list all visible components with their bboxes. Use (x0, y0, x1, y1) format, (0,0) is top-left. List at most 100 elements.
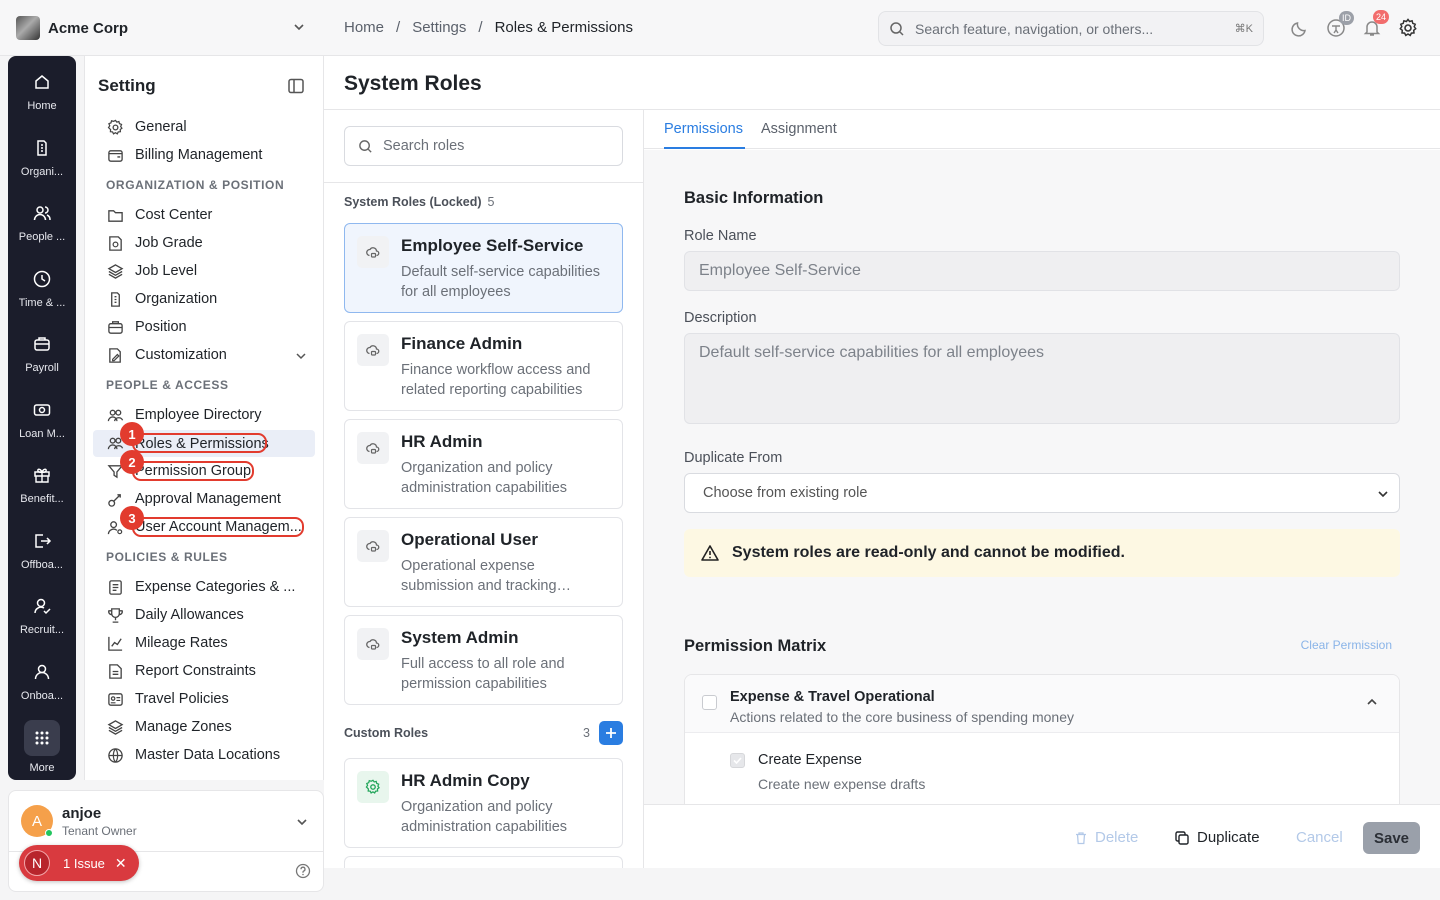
role-card-partial[interactable] (344, 856, 623, 868)
role-card-hr-admin[interactable]: HR Admin Organization and policy adminis… (344, 419, 623, 509)
page-title: System Roles (344, 72, 482, 95)
rail-item-organization[interactable]: Organi... (8, 138, 76, 200)
rail-label: People ... (18, 231, 66, 243)
role-name-field[interactable]: Employee Self-Service (684, 251, 1400, 291)
lock-cloud-icon (357, 628, 389, 660)
sidebar-item-customization[interactable]: Customization (93, 342, 315, 368)
read-only-warning: System roles are read-only and cannot be… (684, 529, 1400, 577)
warning-text: System roles are read-only and cannot be… (732, 544, 1125, 561)
sidebar-item-label: Travel Policies (135, 691, 229, 707)
rail-item-home[interactable]: Home (8, 72, 76, 134)
folder-icon (107, 207, 125, 224)
sidebar-item-label: Job Grade (135, 235, 203, 251)
sidebar-item-organization[interactable]: Organization (93, 286, 315, 312)
role-card-finance-admin[interactable]: Finance Admin Finance workflow access an… (344, 321, 623, 411)
issue-toast[interactable]: N 1 Issue ✕ (19, 845, 139, 881)
rail-item-benefits[interactable]: Benefit... (8, 465, 76, 527)
approval-icon (107, 491, 125, 508)
role-card-hr-admin-copy[interactable]: HR Admin Copy Organization and policy ad… (344, 758, 623, 848)
sidebar-item-general[interactable]: General (93, 114, 315, 140)
chevron-down-icon[interactable] (295, 350, 307, 362)
description-field[interactable]: Default self-service capabilities for al… (684, 333, 1400, 424)
clock-icon (32, 269, 52, 289)
sidebar-item-daily-allowances[interactable]: Daily Allowances (93, 602, 315, 628)
role-card-operational-user[interactable]: Operational User Operational expense sub… (344, 517, 623, 607)
globe-icon (107, 747, 125, 764)
rail-item-recruitment[interactable]: Recruit... (8, 596, 76, 658)
role-description: Organization and policy administration c… (401, 799, 568, 835)
rail-item-offboarding[interactable]: Offboa... (8, 531, 76, 593)
sidebar-item-mileage-rates[interactable]: Mileage Rates (93, 630, 315, 656)
duplicate-button[interactable]: Duplicate (1174, 829, 1260, 846)
role-detail-panel: Permissions Assignment Basic Information… (644, 110, 1440, 868)
delete-button[interactable]: Delete (1074, 829, 1138, 846)
add-role-button[interactable] (599, 721, 623, 745)
section-heading: PEOPLE & ACCESS (106, 378, 229, 392)
duplicate-from-select[interactable]: Choose from existing role (684, 473, 1400, 513)
id-card-icon (107, 691, 125, 708)
sidebar-item-report-constraints[interactable]: Report Constraints (93, 658, 315, 684)
wallet-icon (107, 147, 125, 164)
annotation-highlight-3 (132, 517, 304, 537)
sidebar-item-position[interactable]: Position (93, 314, 315, 340)
role-card-system-admin[interactable]: System Admin Full access to all role and… (344, 615, 623, 705)
group-checkbox[interactable] (702, 695, 717, 710)
roles-search-input[interactable]: Search roles (344, 126, 623, 166)
lock-cloud-icon (357, 432, 389, 464)
action-footer: Delete Duplicate Cancel Save (644, 804, 1440, 868)
cancel-button[interactable]: Cancel (1296, 829, 1343, 846)
tab-assignment[interactable]: Assignment (761, 121, 837, 137)
sidebar-item-label: Customization (135, 347, 227, 363)
layers-icon (107, 263, 125, 280)
sidebar-item-expense-categories[interactable]: Expense Categories & ... (93, 574, 315, 600)
save-button[interactable]: Save (1363, 822, 1420, 854)
section-label: Custom Roles (344, 726, 429, 740)
file-text-icon (107, 663, 125, 680)
sidebar-item-travel-policies[interactable]: Travel Policies (93, 686, 315, 712)
rail-item-time[interactable]: Time & ... (8, 269, 76, 331)
global-search-input[interactable]: Search feature, navigation, or others...… (878, 11, 1264, 46)
sidebar-item-label: Daily Allowances (135, 607, 244, 623)
tab-permissions[interactable]: Permissions (664, 121, 743, 137)
breadcrumb-settings[interactable]: Settings (412, 19, 466, 36)
shortcut-hint: ⌘K (1234, 23, 1253, 35)
org-switcher[interactable]: Acme Corp (16, 16, 128, 40)
rail-item-more[interactable]: More (8, 720, 76, 782)
search-placeholder: Search feature, navigation, or others... (915, 20, 1154, 37)
sidebar-item-job-level[interactable]: Job Level (93, 258, 315, 284)
avatar: A (21, 805, 53, 837)
sidebar-item-label: Expense Categories & ... (135, 579, 296, 595)
sidebar-item-billing[interactable]: Billing Management (93, 142, 315, 168)
clear-permission-button[interactable]: Clear Permission (1301, 638, 1392, 652)
briefcase-icon (32, 334, 52, 354)
rail-label: Loan M... (19, 428, 65, 440)
search-placeholder: Search roles (383, 138, 465, 154)
sidebar-toggle-icon[interactable] (287, 77, 305, 95)
chevron-down-icon[interactable] (295, 815, 309, 829)
breadcrumb-current: Roles & Permissions (494, 19, 633, 36)
help-icon[interactable] (295, 863, 311, 879)
role-name: HR Admin (401, 432, 483, 451)
rail-item-loan[interactable]: Loan M... (8, 400, 76, 462)
sidebar-item-cost-center[interactable]: Cost Center (93, 202, 315, 228)
sidebar-item-job-grade[interactable]: Job Grade (93, 230, 315, 256)
sidebar-item-master-data-locations[interactable]: Master Data Locations (93, 742, 315, 768)
permission-checkbox[interactable] (730, 753, 745, 768)
moon-icon[interactable] (1290, 18, 1310, 38)
rail-item-people[interactable]: People ... (8, 203, 76, 265)
sidebar-item-manage-zones[interactable]: Manage Zones (93, 714, 315, 740)
annotation-highlight-1 (132, 433, 267, 453)
close-icon[interactable]: ✕ (115, 855, 127, 872)
role-card-employee-self-service[interactable]: Employee Self-Service Default self-servi… (344, 223, 623, 313)
breadcrumb-home[interactable]: Home (344, 19, 384, 36)
chevron-down-icon[interactable] (292, 20, 306, 34)
rail-item-payroll[interactable]: Payroll (8, 334, 76, 396)
divider (324, 182, 644, 183)
gear-icon[interactable] (1398, 18, 1418, 38)
permission-group-expense-travel: Expense & Travel Operational Actions rel… (684, 674, 1400, 814)
rail-item-onboarding[interactable]: Onboa... (8, 662, 76, 724)
gift-icon (32, 465, 52, 485)
chevron-up-icon[interactable] (1365, 695, 1379, 709)
permission-group-header[interactable]: Expense & Travel Operational Actions rel… (685, 675, 1399, 733)
role-name: Employee Self-Service (401, 236, 584, 255)
